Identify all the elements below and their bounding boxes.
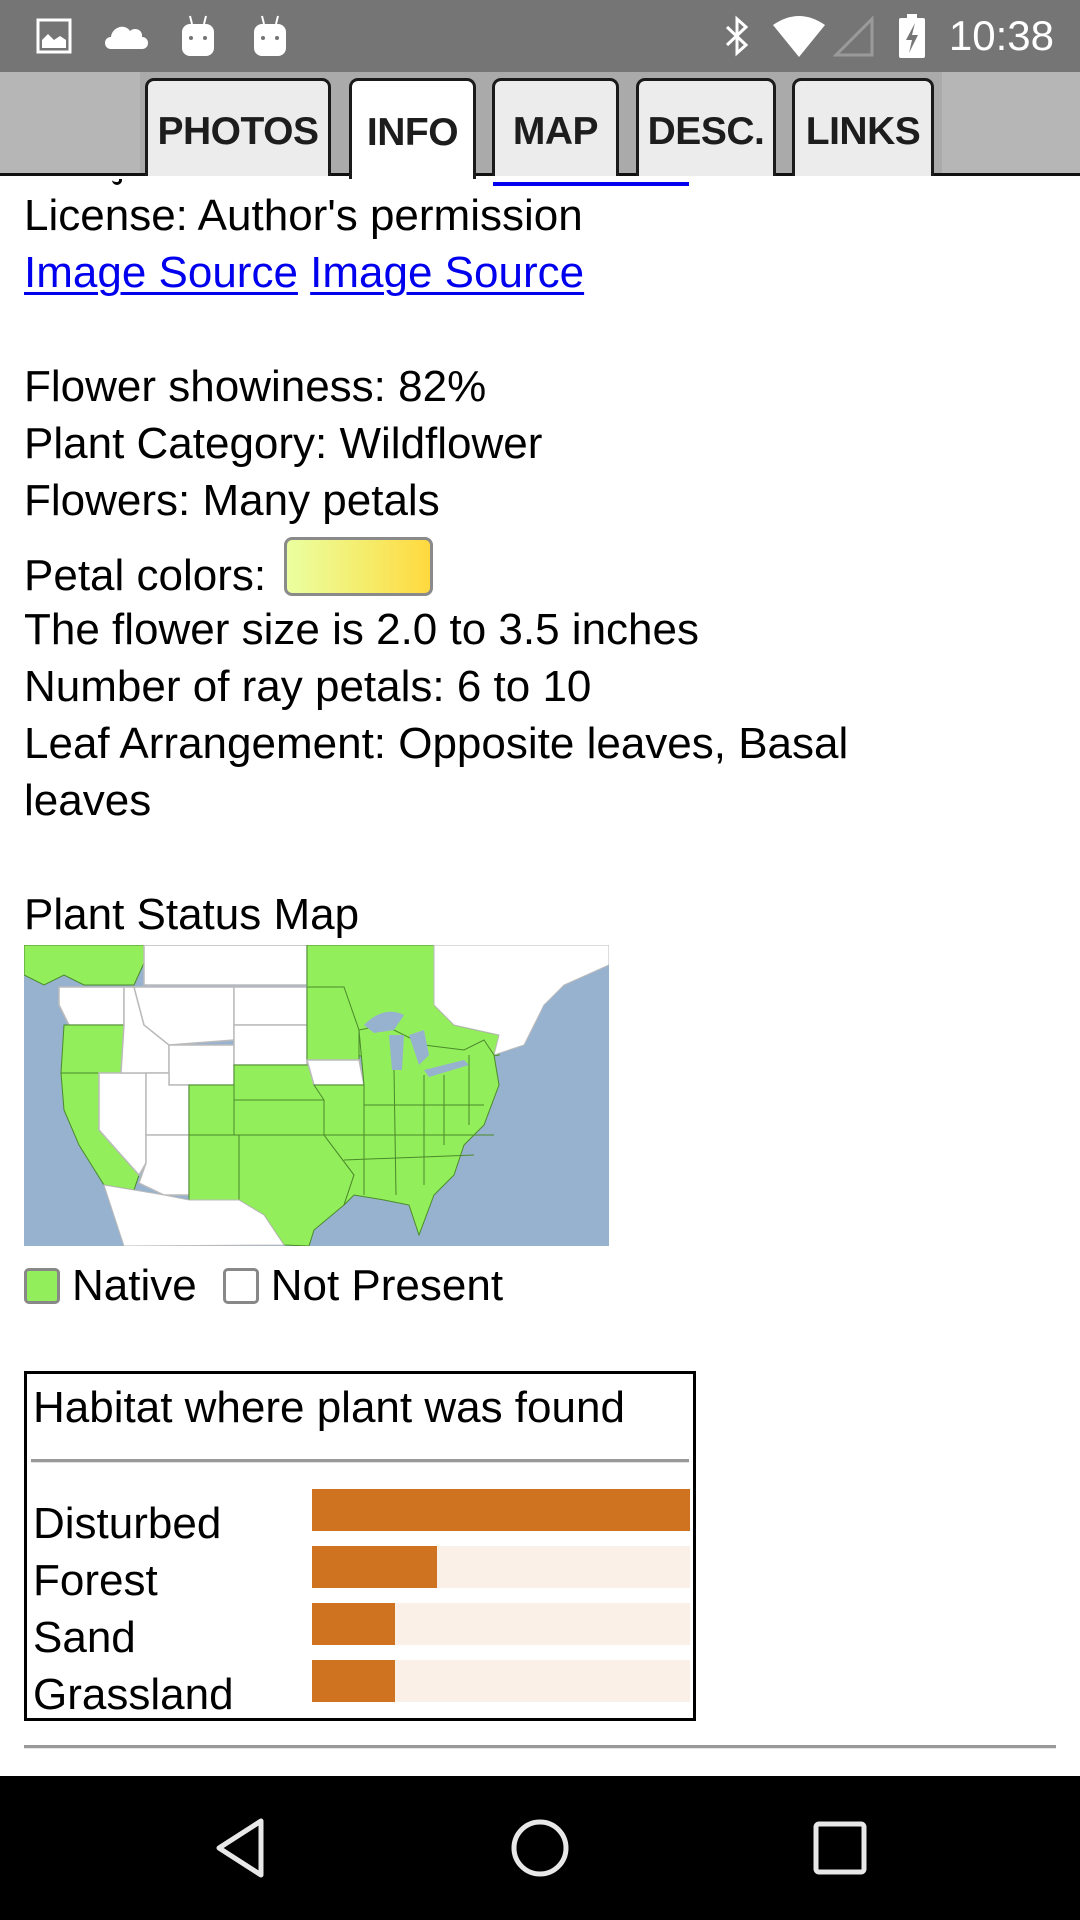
kansas [233,1099,325,1136]
android-icon [250,0,290,72]
habitat-bar-fill [312,1489,690,1531]
habitat-label: Grassland [33,1670,234,1719]
status-map-title: Plant Status Map [24,890,360,939]
section-divider [24,1745,1056,1749]
info-content[interactable]: License: Author's permission Image Sourc… [0,179,1080,1776]
new-mexico [188,1134,240,1201]
habitat-bar-track [312,1489,690,1531]
tab-photos[interactable]: PHOTOS [145,78,331,176]
washington [58,986,125,1026]
habitat-bar-track [312,1660,690,1702]
habitat-bar-fill [312,1603,396,1645]
colorado [188,1084,235,1136]
wyoming [168,1044,235,1086]
tab-bar: PHOTOS INFO MAP DESC. LINKS [0,72,1080,179]
tab-label: INFO [366,111,459,154]
petal-color-swatch [284,537,434,596]
image-source-link-1[interactable]: Image Source [24,248,298,297]
oregon [60,1024,125,1074]
license-text: License: Author's permission [24,191,583,240]
battery-charging-icon [896,0,928,72]
habitat-bar-fill [312,1546,437,1588]
home-button[interactable] [460,1776,620,1920]
tab-map[interactable]: MAP [492,78,619,176]
recents-button[interactable] [760,1776,920,1920]
habitat-row-disturbed: Disturbed [33,1489,693,1548]
navigation-bar [0,1776,1080,1920]
cell-signal-icon [832,0,876,72]
plant-category: Plant Category: Wildflower [24,419,543,468]
recents-icon [813,1821,867,1875]
back-icon [216,1818,264,1878]
habitat-row-grassland: Grassland [33,1660,693,1719]
map-legend: Native Not Present [24,1258,529,1314]
habitat-bar-track [312,1603,690,1645]
habitat-title: Habitat where plant was found [33,1383,625,1432]
canada-not-present [143,945,308,986]
legend-swatch-not-present [222,1268,259,1304]
tab-label: PHOTOS [157,109,319,153]
wifi-icon [770,0,828,72]
habitat-bar-fill [312,1660,396,1702]
habitat-row-sand: Sand [33,1603,693,1662]
habitat-label: Sand [33,1613,136,1662]
image-notification-icon [34,0,74,72]
habitat-panel: Habitat where plant was found Disturbed F… [24,1371,696,1721]
tab-label: MAP [512,109,599,153]
map-svg [24,945,609,1246]
iowa [306,1059,365,1086]
tab-label: DESC. [647,109,765,153]
tab-links[interactable]: LINKS [792,78,934,176]
legend-swatch-native [24,1268,60,1304]
habitat-label: Disturbed [33,1499,222,1548]
tab-label: LINKS [805,109,921,153]
clipped-link-underline [493,182,689,186]
clock: 10:38 [948,12,1054,59]
leaf-arrangement-cont: leaves [24,776,152,825]
leaf-arrangement: Leaf Arrangement: Opposite leaves, Basal [24,719,849,768]
back-button[interactable] [161,1776,321,1920]
ray-petals: Number of ray petals: 6 to 10 [24,662,592,711]
tab-desc[interactable]: DESC. [636,78,776,176]
north-dakota [233,986,308,1026]
legend-label-not-present: Not Present [270,1261,504,1310]
habitat-row-forest: Forest [33,1546,693,1605]
home-icon [511,1819,569,1877]
status-bar: 10:38 [0,0,1080,72]
petal-colors-label: Petal colors: [24,551,267,600]
android-icon [178,0,218,72]
flowers-type: Flowers: Many petals [24,476,440,525]
clipped-text-remnant [112,179,122,185]
cloud-icon [100,0,152,72]
habitat-divider [31,1459,689,1463]
habitat-bar-track [312,1546,690,1588]
plant-status-map [24,945,609,1246]
south-dakota [233,1024,308,1066]
flower-showiness: Flower showiness: 82% [24,362,487,411]
tab-info[interactable]: INFO [349,78,476,179]
legend-label-native: Native [72,1261,197,1310]
habitat-label: Forest [33,1556,158,1605]
flower-size: The flower size is 2.0 to 3.5 inches [24,605,699,654]
canada-west-native [24,945,145,986]
petal-colors-row: Petal colors: [24,537,434,604]
arizona [138,1134,190,1196]
bluetooth-icon [720,0,754,72]
image-source-link-2[interactable]: Image Source [310,248,584,297]
image-source-links: Image Source Image Source [24,244,584,301]
